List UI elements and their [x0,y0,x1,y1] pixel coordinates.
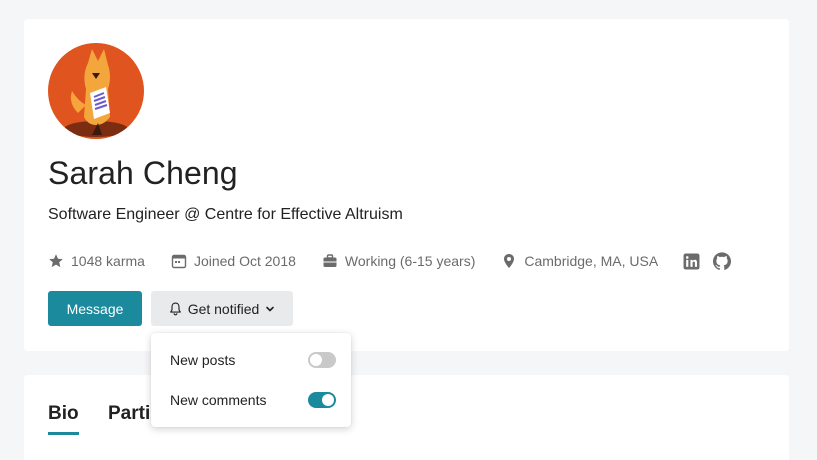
experience-stat: Working (6-15 years) [322,253,475,269]
location-stat: Cambridge, MA, USA [501,253,658,269]
tab-participation[interactable]: Parti [108,403,150,425]
toggle-knob [310,354,322,366]
joined-stat: Joined Oct 2018 [171,253,296,269]
profile-meta-row: 1048 karma Joined Oct 2018 Working (6-15… [48,251,744,271]
notify-option-label: New posts [170,352,236,368]
star-icon [49,254,63,268]
notify-dropdown-menu: New posts New comments [151,333,351,427]
toggle-knob [322,394,334,406]
tabs-card: Bio Parti [24,375,789,460]
experience-text: Working (6-15 years) [344,253,476,269]
message-button[interactable]: Message [48,291,142,326]
notify-option-new-comments[interactable]: New comments [170,390,336,410]
new-comments-toggle[interactable] [308,392,336,408]
github-icon[interactable] [713,252,732,270]
get-notified-label: Get notified [187,300,260,317]
briefcase-icon [323,254,337,267]
calendar-icon [171,254,187,269]
location-text: Cambridge, MA, USA [524,253,659,269]
joined-text: Joined Oct 2018 [193,253,296,269]
profile-card: Sarah Cheng Software Engineer @ Centre f… [24,19,789,351]
bell-icon [169,301,181,315]
karma-stat: 1048 karma [48,253,145,269]
avatar[interactable] [48,43,144,139]
linkedin-icon[interactable] [683,253,700,270]
profile-name: Sarah Cheng [48,155,238,191]
notify-option-new-posts[interactable]: New posts [170,350,336,370]
chevron-down-icon [266,306,275,311]
karma-text: 1048 karma [71,253,145,269]
location-pin-icon [504,254,515,268]
profile-headline: Software Engineer @ Centre for Effective… [48,206,403,223]
fox-avatar-icon [48,43,144,139]
tab-bio[interactable]: Bio [48,403,79,425]
social-links [683,252,744,270]
new-posts-toggle[interactable] [308,352,336,368]
get-notified-button[interactable]: Get notified [151,291,293,326]
notify-option-label: New comments [170,392,267,408]
active-tab-indicator [48,432,79,435]
